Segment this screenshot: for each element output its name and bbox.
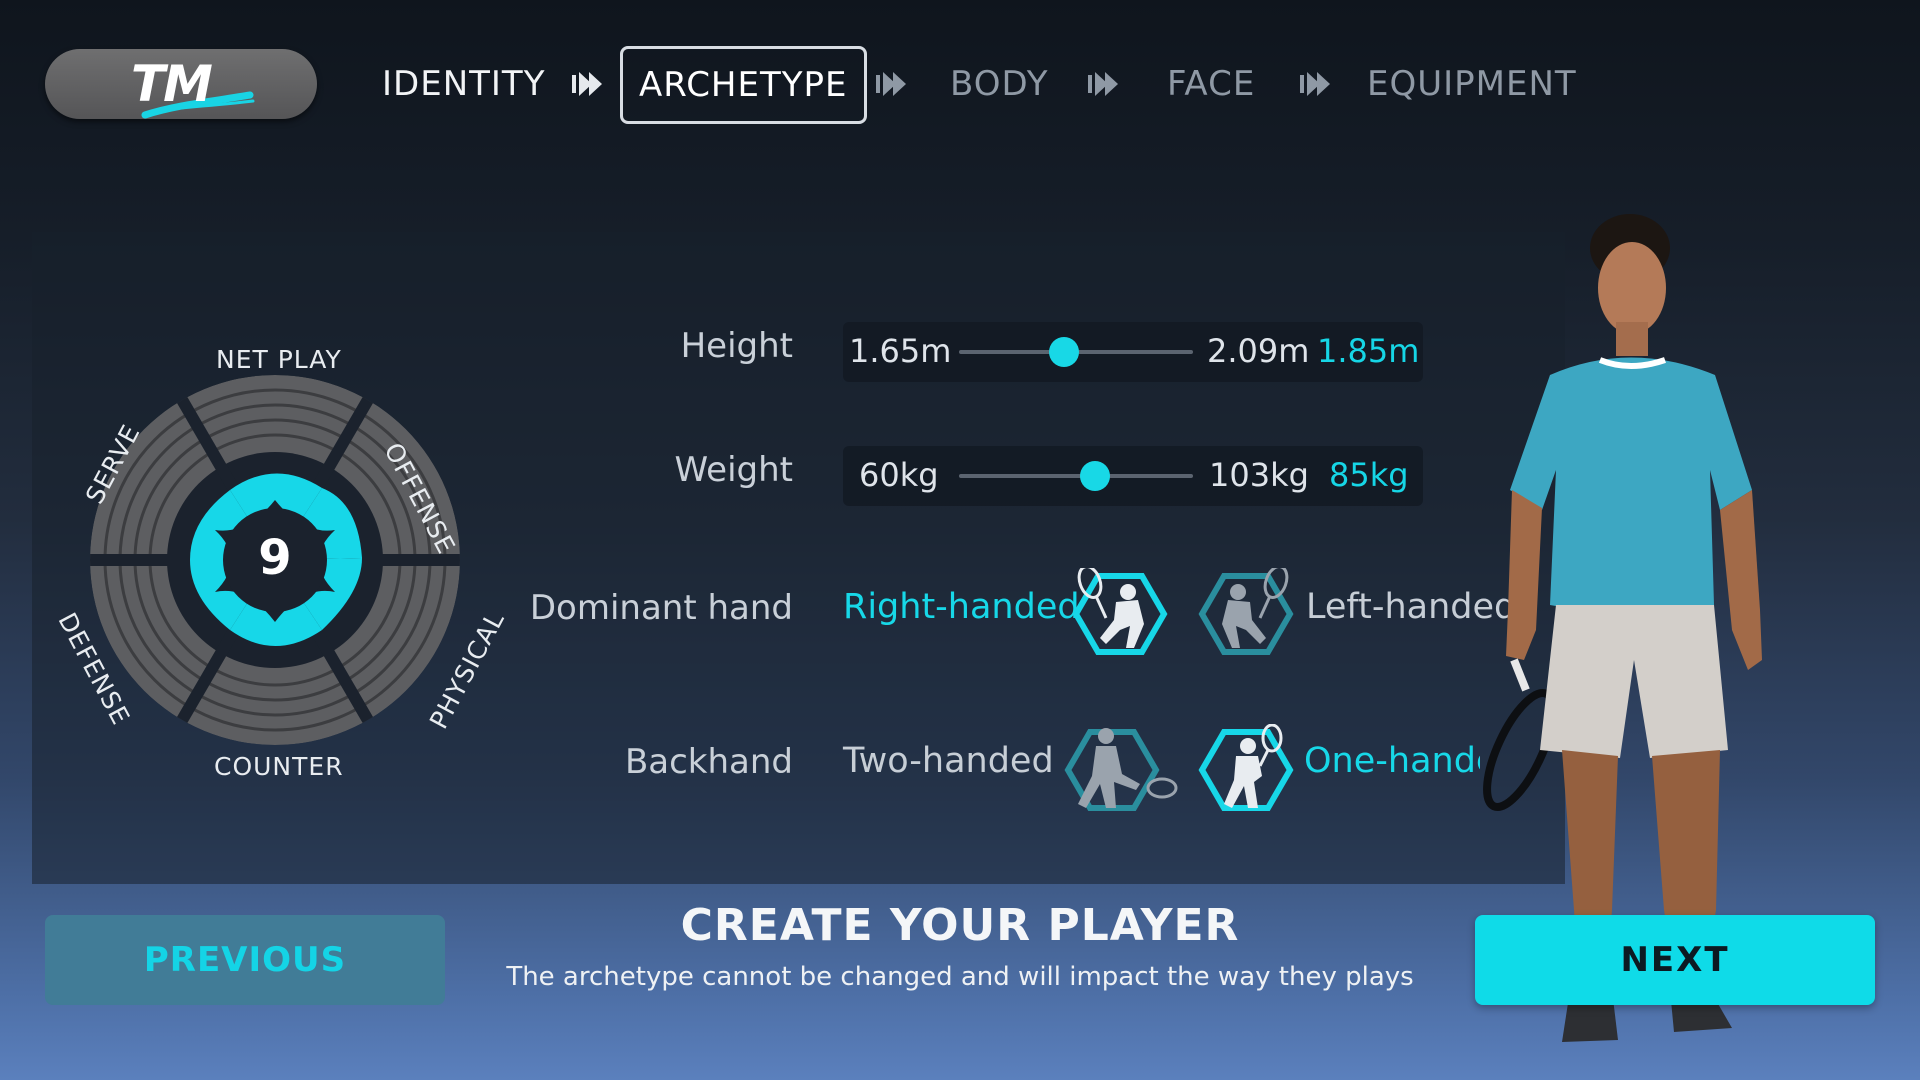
- height-min: 1.65m: [849, 332, 952, 370]
- step-face[interactable]: FACE: [1167, 56, 1255, 112]
- height-max: 2.09m: [1207, 332, 1310, 370]
- tennis-player-icon[interactable]: [1070, 568, 1170, 660]
- weight-label: Weight: [674, 450, 793, 490]
- radar-label-net-play: NET PLAY: [216, 345, 342, 374]
- height-value: 1.85m: [1317, 332, 1420, 370]
- step-equipment[interactable]: EQUIPMENT: [1367, 56, 1577, 112]
- step-identity[interactable]: IDENTITY: [382, 56, 545, 112]
- weight-slider-thumb[interactable]: [1079, 461, 1110, 491]
- play-arrows-icon: [876, 72, 906, 96]
- play-arrows-icon: [572, 72, 602, 96]
- weight-max: 103kg: [1209, 456, 1309, 494]
- previous-button[interactable]: PREVIOUS: [45, 915, 445, 1005]
- top-bar: TM IDENTITY ARCHETYPE BODY FACE EQUIPMEN…: [0, 0, 1920, 170]
- step-body[interactable]: BODY: [950, 56, 1049, 112]
- weight-value: 85kg: [1329, 456, 1409, 494]
- tennis-player-left-icon[interactable]: [1196, 568, 1296, 660]
- weight-slider-box: 60kg 103kg 85kg: [843, 446, 1423, 506]
- radar-label-counter: COUNTER: [214, 752, 344, 781]
- play-arrows-icon: [1300, 72, 1330, 96]
- dominant-hand-label: Dominant hand: [529, 588, 793, 628]
- next-button[interactable]: NEXT: [1475, 915, 1875, 1005]
- option-right-handed[interactable]: Right-handed: [843, 587, 1080, 627]
- height-slider-box: 1.65m 2.09m 1.85m: [843, 322, 1423, 382]
- backhand-label: Backhand: [624, 742, 793, 782]
- page-subtitle: The archetype cannot be changed and will…: [506, 962, 1414, 992]
- height-slider-thumb[interactable]: [1049, 337, 1080, 367]
- tm-logo[interactable]: TM: [45, 49, 317, 119]
- weight-min: 60kg: [859, 456, 939, 494]
- play-arrows-icon: [1088, 72, 1118, 96]
- two-handed-backhand-icon[interactable]: [1056, 724, 1182, 816]
- weight-slider-track[interactable]: [959, 461, 1193, 491]
- step-archetype[interactable]: ARCHETYPE: [620, 46, 867, 124]
- option-one-handed[interactable]: One-handed: [1304, 741, 1480, 781]
- page-title: CREATE YOUR PLAYER: [680, 900, 1240, 951]
- option-two-handed[interactable]: Two-handed: [843, 741, 1054, 781]
- one-handed-backhand-icon[interactable]: [1196, 724, 1296, 816]
- height-slider-track[interactable]: [959, 337, 1193, 367]
- logo-text: TM: [131, 55, 213, 113]
- archetype-score: 9: [258, 530, 292, 586]
- height-label: Height: [680, 326, 793, 366]
